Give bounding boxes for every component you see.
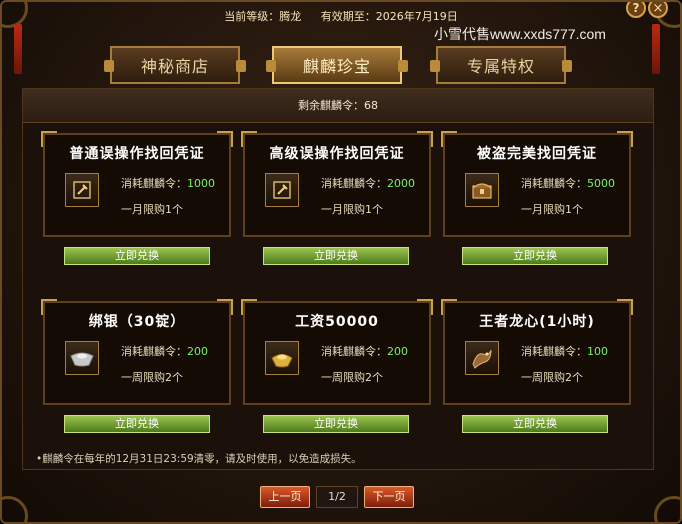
item-cost: 消耗麒麟令：200 [321,343,408,359]
item-title: 工资50000 [295,314,379,330]
cost-label: 消耗麒麟令： [121,345,187,358]
pagination: 上一页 1/2 下一页 [260,486,420,508]
tab-ornament [104,60,114,72]
tab-ornament [562,60,572,72]
remaining-tokens: 剩余麒麟令：68 [23,89,653,123]
gold-ingot-icon[interactable] [265,341,299,375]
tab-ornament [236,60,246,72]
shop-window: 当前等级：腾龙 有效期至：2026年7月19日 ? × 小雪代售www.xxds… [0,0,682,524]
item-title: 绑银（30锭） [88,314,186,330]
item-title: 普通误操作找回凭证 [69,146,205,162]
redeem-button[interactable]: 立即兑换 [462,247,608,265]
hammer-icon[interactable] [265,173,299,207]
cost-value: 200 [387,345,408,358]
redeem-button[interactable]: 立即兑换 [263,247,409,265]
item-card: 高级误操作找回凭证 消耗麒麟令：2000 一月限购1个 [241,131,433,237]
cost-label: 消耗麒麟令： [321,345,387,358]
page-indicator: 1/2 [316,486,358,508]
help-icon: ? [632,1,640,15]
tab-ornament [430,60,440,72]
next-page-button[interactable]: 下一页 [364,486,414,508]
corner-ornament [2,496,28,522]
cost-value: 200 [187,345,208,358]
level-value: 腾龙 [279,10,302,23]
item-cost: 消耗麒麟令：100 [521,343,608,359]
item-title: 高级误操作找回凭证 [269,146,405,162]
cost-value: 1000 [187,177,215,190]
item-card: 普通误操作找回凭证 消耗麒麟令：1000 一月限购1个 [41,131,233,237]
tassel-ornament [14,24,22,74]
cost-value: 2000 [387,177,415,190]
prev-page-button[interactable]: 上一页 [260,486,310,508]
close-icon: × [652,0,664,16]
silver-ingot-icon[interactable] [65,341,99,375]
expiry-text: 有效期至：2026年7月19日 [321,10,458,23]
item-limit: 一周限购2个 [121,371,183,384]
item-limit: 一周限购2个 [321,371,383,384]
expiry-label: 有效期至： [320,10,376,23]
tab-exclusive-privilege[interactable]: 专属特权 [430,46,572,84]
chest-icon[interactable] [465,173,499,207]
expiry-value: 2026年7月19日 [375,10,458,23]
dragon-icon[interactable] [465,341,499,375]
item-cost: 消耗麒麟令：200 [121,343,208,359]
tab-mystery-shop[interactable]: 神秘商店 [104,46,246,84]
item-card: 被盗完美找回凭证 消耗麒麟令：5000 一月限购1个 [441,131,633,237]
hammer-icon[interactable] [65,173,99,207]
tab-bar: 神秘商店 麒麟珍宝 专属特权 [104,46,580,86]
level-label: 当前等级： [224,10,280,23]
redeem-button[interactable]: 立即兑换 [64,415,210,433]
tab-ornament [266,60,276,72]
item-card: 工资50000 消耗麒麟令：200 一周限购2个 [241,299,433,405]
tab-qilin-treasure[interactable]: 麒麟珍宝 [266,46,408,84]
level-text: 当前等级：腾龙 [224,10,301,23]
redeem-button[interactable]: 立即兑换 [263,415,409,433]
cost-label: 消耗麒麟令： [321,177,387,190]
item-cost: 消耗麒麟令：1000 [121,175,215,191]
tab-ornament [398,60,408,72]
redeem-button[interactable]: 立即兑换 [64,247,210,265]
redeem-button[interactable]: 立即兑换 [462,415,608,433]
item-cost: 消耗麒麟令：2000 [321,175,415,191]
watermark-text: 小雪代售www.xxds777.com [434,26,606,42]
cost-label: 消耗麒麟令： [521,345,587,358]
cost-value: 5000 [587,177,615,190]
tab-label: 神秘商店 [140,57,209,76]
item-card: 绑银（30锭） 消耗麒麟令：200 一周限购2个 [41,299,233,405]
item-limit: 一月限购1个 [121,203,183,216]
item-card: 王者龙心(1小时) 消耗麒麟令：100 一周限购2个 [441,299,633,405]
cost-label: 消耗麒麟令： [121,177,187,190]
cost-value: 100 [587,345,608,358]
item-limit: 一月限购1个 [321,203,383,216]
item-cost: 消耗麒麟令：5000 [521,175,615,191]
tassel-ornament [652,24,660,74]
item-limit: 一月限购1个 [521,203,583,216]
item-panel: 剩余麒麟令：68 普通误操作找回凭证 消耗麒麟令：1000 一月限购1个 立即兑… [22,88,654,470]
item-title: 被盗完美找回凭证 [477,146,597,162]
cost-label: 消耗麒麟令： [521,177,587,190]
tab-label: 麒麟珍宝 [302,57,371,76]
corner-ornament [654,496,680,522]
tab-label: 专属特权 [466,57,535,76]
item-limit: 一周限购2个 [521,371,583,384]
reset-notice: •麒麟令在每年的12月31日23:59清零，请及时使用，以免造成损失。 [36,453,362,465]
item-title: 王者龙心(1小时) [479,314,595,330]
